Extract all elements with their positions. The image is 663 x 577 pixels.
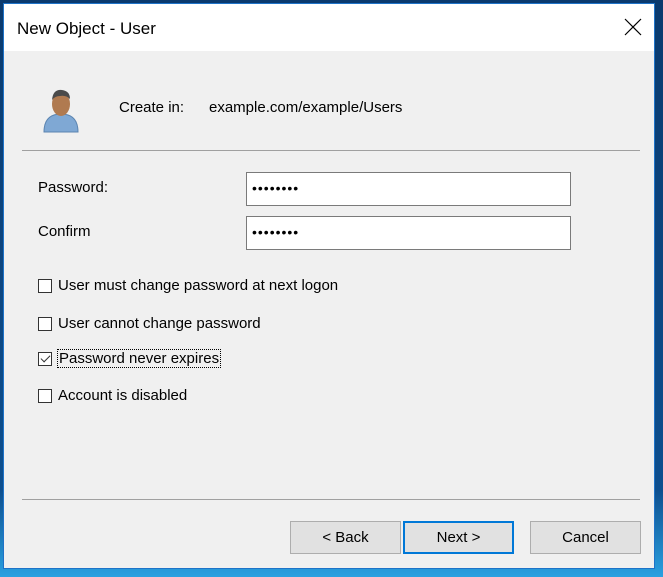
cannot-change-password-checkbox[interactable]: User cannot change password <box>38 315 261 332</box>
checkbox-box[interactable] <box>38 388 52 403</box>
cancel-button[interactable]: Cancel <box>530 521 641 554</box>
close-icon[interactable] <box>622 16 644 38</box>
back-button[interactable]: < Back <box>290 521 401 554</box>
divider <box>22 150 640 151</box>
new-object-user-dialog: New Object - User Create in: example.com… <box>3 3 655 569</box>
next-button[interactable]: Next > <box>403 521 514 554</box>
divider <box>22 499 640 500</box>
checkbox-box[interactable] <box>38 278 52 293</box>
password-never-expires-checkbox[interactable]: Password never expires <box>38 349 222 368</box>
user-icon <box>43 89 79 133</box>
confirm-label: Confirm <box>38 223 91 240</box>
checkbox-label: Password never expires <box>56 349 222 368</box>
create-in-path: example.com/example/Users <box>209 99 403 116</box>
account-disabled-checkbox[interactable]: Account is disabled <box>38 387 187 404</box>
checkbox-box[interactable] <box>38 316 52 331</box>
confirm-password-input[interactable]: •••••••• <box>246 216 571 250</box>
password-label: Password: <box>38 179 109 196</box>
create-in-label: Create in: <box>119 99 185 116</box>
checkbox-label: User must change password at next logon <box>58 277 339 294</box>
password-input[interactable]: •••••••• <box>246 172 571 206</box>
checkbox-box-checked[interactable] <box>38 351 52 366</box>
title-bar: New Object - User <box>4 4 654 51</box>
window-title: New Object - User <box>17 19 156 38</box>
checkbox-label: User cannot change password <box>58 315 261 332</box>
checkbox-label: Account is disabled <box>58 387 188 404</box>
must-change-password-checkbox[interactable]: User must change password at next logon <box>38 277 338 294</box>
